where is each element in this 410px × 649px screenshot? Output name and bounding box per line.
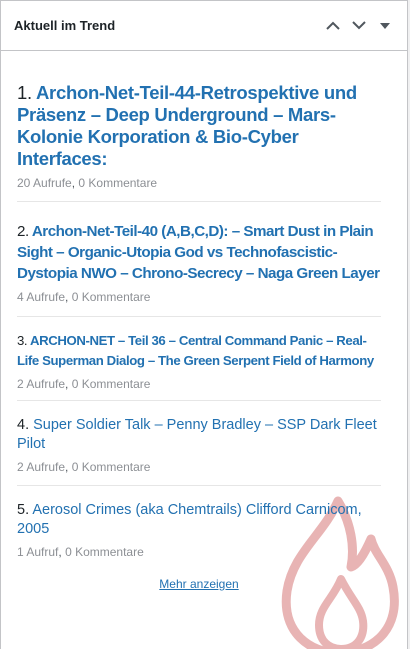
list-item: 1. Archon-Net-Teil-44-Retrospektive und … [17,82,381,202]
item-number: 5. [17,502,30,518]
item-number: 4. [17,417,30,433]
post-link[interactable]: Super Soldier Talk – Penny Bradley – SSP… [17,417,377,452]
caret-down-icon[interactable] [375,16,395,36]
post-title: 2. Archon-Net-Teil-40 (A,B,C,D): – Smart… [17,221,381,284]
post-link[interactable]: ARCHON-NET – Teil 36 – Central Command P… [17,333,374,368]
post-title: 1. Archon-Net-Teil-44-Retrospektive und … [17,82,381,170]
chevron-down-icon[interactable] [349,16,369,36]
post-title: 3. ARCHON-NET – Teil 36 – Central Comman… [17,331,381,371]
post-link[interactable]: Archon-Net-Teil-40 (A,B,C,D): – Smart Du… [17,223,380,282]
comments-count: 0 Kommentare [71,377,151,391]
views-count: 2 Aufrufe [17,460,66,474]
post-meta: 2 Aufrufe, 0 Kommentare [17,377,381,391]
post-link[interactable]: Aerosol Crimes (aka Chemtrails) Clifford… [17,502,362,537]
views-count: 4 Aufrufe [17,290,66,304]
comments-count: 0 Kommentare [71,460,151,474]
post-title: 4. Super Soldier Talk – Penny Bradley – … [17,416,381,454]
meta-separator: , [65,377,69,391]
widget-controls [323,16,395,36]
trending-list: 1. Archon-Net-Teil-44-Retrospektive und … [1,51,407,591]
list-item: 4. Super Soldier Talk – Penny Bradley – … [17,401,381,486]
comments-count: 0 Kommentare [71,290,151,304]
item-number: 2. [17,223,29,240]
post-meta: 1 Aufruf, 0 Kommentare [17,545,381,559]
chevron-up-icon[interactable] [323,16,343,36]
post-meta: 2 Aufrufe, 0 Kommentare [17,460,381,474]
more-link-wrapper: Mehr anzeigen [17,577,381,591]
views-count: 1 Aufruf [17,545,59,559]
post-meta: 4 Aufrufe, 0 Kommentare [17,290,381,304]
more-link[interactable]: Mehr anzeigen [159,577,238,591]
widget-header: Aktuell im Trend [1,1,407,51]
comments-count: 0 Kommentare [78,176,158,190]
meta-separator: , [65,460,69,474]
meta-separator: , [65,290,69,304]
meta-separator: , [58,545,62,559]
post-meta: 20 Aufrufe, 0 Kommentare [17,176,381,190]
meta-separator: , [71,176,76,190]
list-item: 3. ARCHON-NET – Teil 36 – Central Comman… [17,317,381,401]
post-link[interactable]: Archon-Net-Teil-44-Retrospektive und Prä… [17,82,357,169]
list-item: 5. Aerosol Crimes (aka Chemtrails) Cliff… [17,486,381,569]
comments-count: 0 Kommentare [65,545,144,559]
list-item: 2. Archon-Net-Teil-40 (A,B,C,D): – Smart… [17,202,381,317]
trending-widget: Aktuell im Trend 1. Archon-Net-Teil-44-R… [0,0,408,649]
post-title: 5. Aerosol Crimes (aka Chemtrails) Cliff… [17,501,381,539]
views-count: 20 Aufrufe [17,176,72,190]
item-number: 1. [17,82,32,103]
widget-title: Aktuell im Trend [14,18,116,33]
views-count: 2 Aufrufe [17,377,66,391]
item-number: 3. [17,333,28,348]
